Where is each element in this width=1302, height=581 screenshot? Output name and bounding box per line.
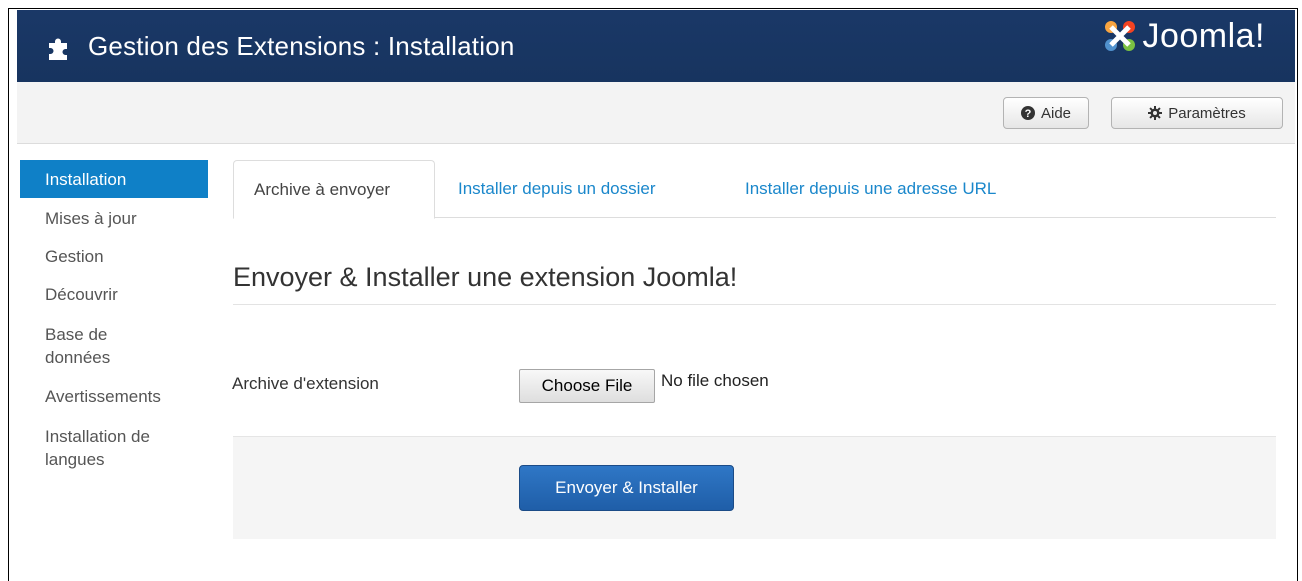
sidebar-item-installation[interactable]: Installation [20, 160, 208, 198]
joomla-logo: Joomla! [1102, 16, 1265, 56]
joomla-logo-icon [1105, 21, 1136, 51]
choose-file-button[interactable]: Choose File [519, 369, 655, 403]
tab-install-from-folder[interactable]: Installer depuis un dossier [438, 160, 676, 218]
sidebar-item-languages[interactable]: Installation de langues [20, 424, 185, 471]
sidebar: Installation Mises à jour Gestion Découv… [20, 160, 208, 488]
svg-text:?: ? [1025, 108, 1032, 120]
sidebar-item-discover[interactable]: Découvrir [20, 284, 208, 305]
help-icon: ? [1020, 106, 1035, 120]
tab-install-from-url[interactable]: Installer depuis une adresse URL [725, 160, 1016, 218]
help-button-label: Aide [1040, 104, 1072, 122]
puzzle-icon [49, 38, 67, 60]
settings-button[interactable]: Paramètres [1111, 97, 1283, 129]
package-field-label: Archive d'extension [232, 374, 379, 393]
sidebar-item-updates[interactable]: Mises à jour [20, 208, 208, 229]
tab-upload-package[interactable]: Archive à envoyer [233, 160, 435, 219]
page-header: Gestion des Extensions : Installation Jo… [17, 10, 1295, 82]
heading-divider [233, 304, 1276, 305]
settings-button-label: Paramètres [1168, 104, 1246, 122]
joomla-logo-text: Joomla! [1142, 16, 1265, 55]
sidebar-item-database[interactable]: Base de données [20, 322, 135, 369]
sidebar-item-warnings[interactable]: Avertissements [20, 386, 208, 407]
help-button[interactable]: ? Aide [1003, 97, 1089, 129]
file-status-text: No file chosen [661, 371, 769, 390]
sidebar-item-manage[interactable]: Gestion [20, 246, 208, 267]
gear-icon [1148, 106, 1163, 120]
form-actions [233, 436, 1276, 539]
section-heading: Envoyer & Installer une extension Joomla… [233, 262, 738, 292]
page-title: Gestion des Extensions : Installation [88, 31, 515, 61]
upload-install-button[interactable]: Envoyer & Installer [519, 465, 734, 511]
tab-bar: Archive à envoyer Installer depuis un do… [233, 160, 1276, 219]
toolbar: ? Aide Paramètres [17, 82, 1295, 144]
